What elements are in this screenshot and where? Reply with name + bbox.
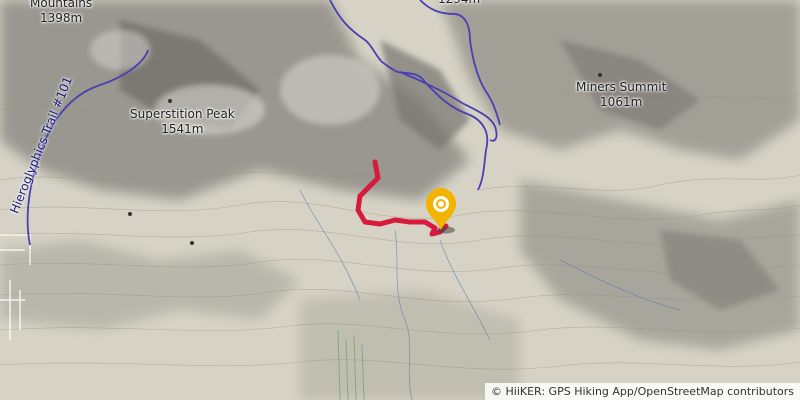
peak-label-1294: 1294m — [438, 0, 480, 7]
peak-label-miners-summit: Miners Summit 1061m — [576, 80, 666, 110]
peak-elevation: 1541m — [161, 122, 204, 136]
peak-label-superstition: Superstition Peak 1541m — [130, 107, 235, 137]
peak-name: Mountains — [30, 0, 93, 10]
peak-elevation: 1398m — [39, 11, 83, 25]
peak-marker-icon — [168, 99, 172, 103]
peak-elevation: 1061m — [600, 95, 643, 109]
peak-marker-icon — [598, 73, 602, 77]
terrain-layer — [0, 0, 800, 400]
peak-marker-icon — [128, 212, 132, 216]
peak-name: Miners Summit — [576, 80, 667, 94]
peak-elevation: 1294m — [438, 0, 480, 7]
map-attribution[interactable]: © HiiKER: GPS Hiking App/OpenStreetMap c… — [485, 383, 800, 400]
peak-label-mountains: Mountains 1398m — [30, 0, 92, 26]
peak-name: Superstition Peak — [130, 107, 235, 121]
topo-map[interactable]: Mountains 1398m Superstition Peak 1541m … — [0, 0, 800, 400]
peak-marker-icon — [190, 241, 194, 245]
